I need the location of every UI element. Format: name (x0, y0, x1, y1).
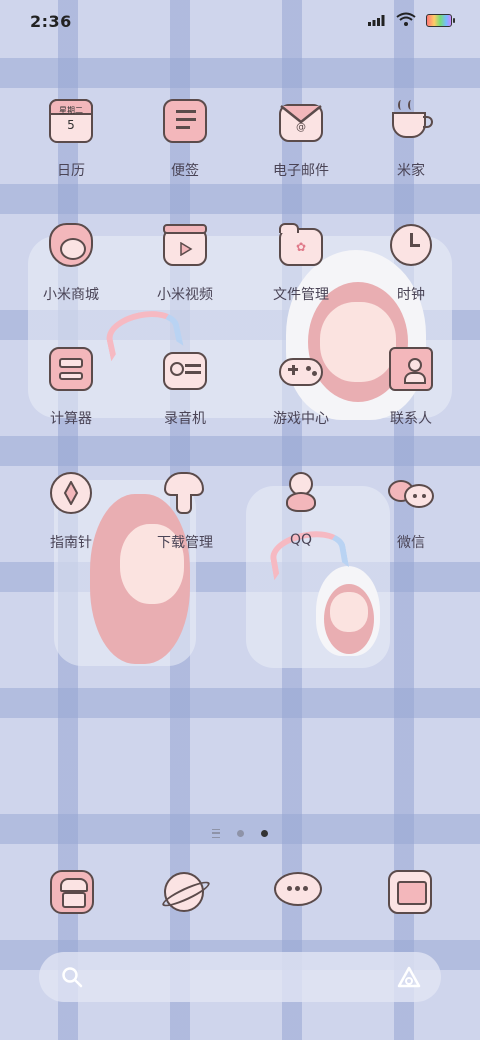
messages-icon (274, 872, 322, 906)
page-dot-1[interactable] (237, 830, 244, 837)
assistant-icon[interactable] (397, 966, 421, 988)
app-mijia[interactable]: 米家 (356, 96, 466, 180)
wifi-icon (396, 12, 416, 26)
app-label: 下载管理 (157, 535, 213, 551)
home-menu-icon[interactable] (211, 829, 220, 838)
page-indicator[interactable] (0, 823, 480, 842)
app-calculator[interactable]: 计算器 (16, 344, 126, 428)
app-label: 联系人 (390, 411, 432, 427)
app-wechat[interactable]: 微信 (356, 468, 466, 552)
app-recorder[interactable]: 录音机 (130, 344, 240, 428)
dock-phone[interactable] (42, 862, 102, 922)
search-bar[interactable] (39, 952, 441, 1002)
app-label: 小米视频 (157, 287, 213, 303)
dock-browser[interactable] (154, 862, 214, 922)
app-label: 指南针 (50, 535, 92, 551)
dock-messages[interactable] (268, 862, 328, 922)
app-label: 电子邮件 (273, 163, 329, 179)
app-label: 米家 (397, 163, 425, 179)
browser-icon (159, 872, 213, 912)
app-label: 时钟 (397, 287, 425, 303)
app-label: 计算器 (50, 411, 92, 427)
app-video[interactable]: 小米视频 (130, 220, 240, 304)
app-qq[interactable]: QQ (246, 468, 356, 548)
mijia-icon (386, 96, 436, 146)
signal-icon (368, 15, 385, 26)
recorder-icon (160, 344, 210, 394)
qq-icon (276, 468, 326, 518)
app-calendar[interactable]: 星期二 5 日历 (16, 96, 126, 180)
app-game-center[interactable]: 游戏中心 (246, 344, 356, 428)
app-label: QQ (289, 532, 313, 548)
app-contacts[interactable]: 联系人 (356, 344, 466, 428)
mall-icon (46, 220, 96, 270)
video-icon (160, 220, 210, 270)
app-label: 小米商城 (43, 287, 99, 303)
gamepad-icon (276, 344, 326, 394)
app-clock[interactable]: 时钟 (356, 220, 466, 304)
calendar-day: 5 (67, 118, 75, 132)
app-downloads[interactable]: 下载管理 (130, 468, 240, 552)
clock-icon (386, 220, 436, 270)
app-label: 便签 (171, 163, 199, 179)
email-icon: @ (276, 96, 326, 146)
phone-icon (50, 870, 94, 914)
dock-gallery[interactable] (380, 862, 440, 922)
app-label: 日历 (57, 163, 85, 179)
gallery-icon (388, 870, 432, 914)
calendar-weekday: 星期二 (59, 106, 83, 115)
status-time: 2:36 (30, 12, 72, 31)
app-label: 文件管理 (273, 287, 329, 303)
app-compass[interactable]: 指南针 (16, 468, 126, 552)
app-label: 录音机 (164, 411, 206, 427)
notes-icon (160, 96, 210, 146)
contacts-icon (386, 344, 436, 394)
app-files[interactable]: ✿ 文件管理 (246, 220, 356, 304)
page-dot-2[interactable] (261, 830, 269, 837)
app-email[interactable]: @ 电子邮件 (246, 96, 356, 180)
app-label: 游戏中心 (273, 411, 329, 427)
wechat-icon (386, 468, 436, 518)
search-icon[interactable] (61, 966, 83, 988)
download-icon (160, 468, 210, 518)
calculator-icon (46, 344, 96, 394)
app-label: 微信 (397, 535, 425, 551)
battery-icon (426, 14, 455, 27)
app-notes[interactable]: 便签 (130, 96, 240, 180)
anime-girl-illustration-3 (310, 560, 390, 670)
status-bar: 2:36 (0, 0, 480, 42)
app-mall[interactable]: 小米商城 (16, 220, 126, 304)
calendar-icon: 星期二 5 (46, 96, 96, 146)
folder-icon: ✿ (276, 220, 326, 270)
compass-icon (46, 468, 96, 518)
